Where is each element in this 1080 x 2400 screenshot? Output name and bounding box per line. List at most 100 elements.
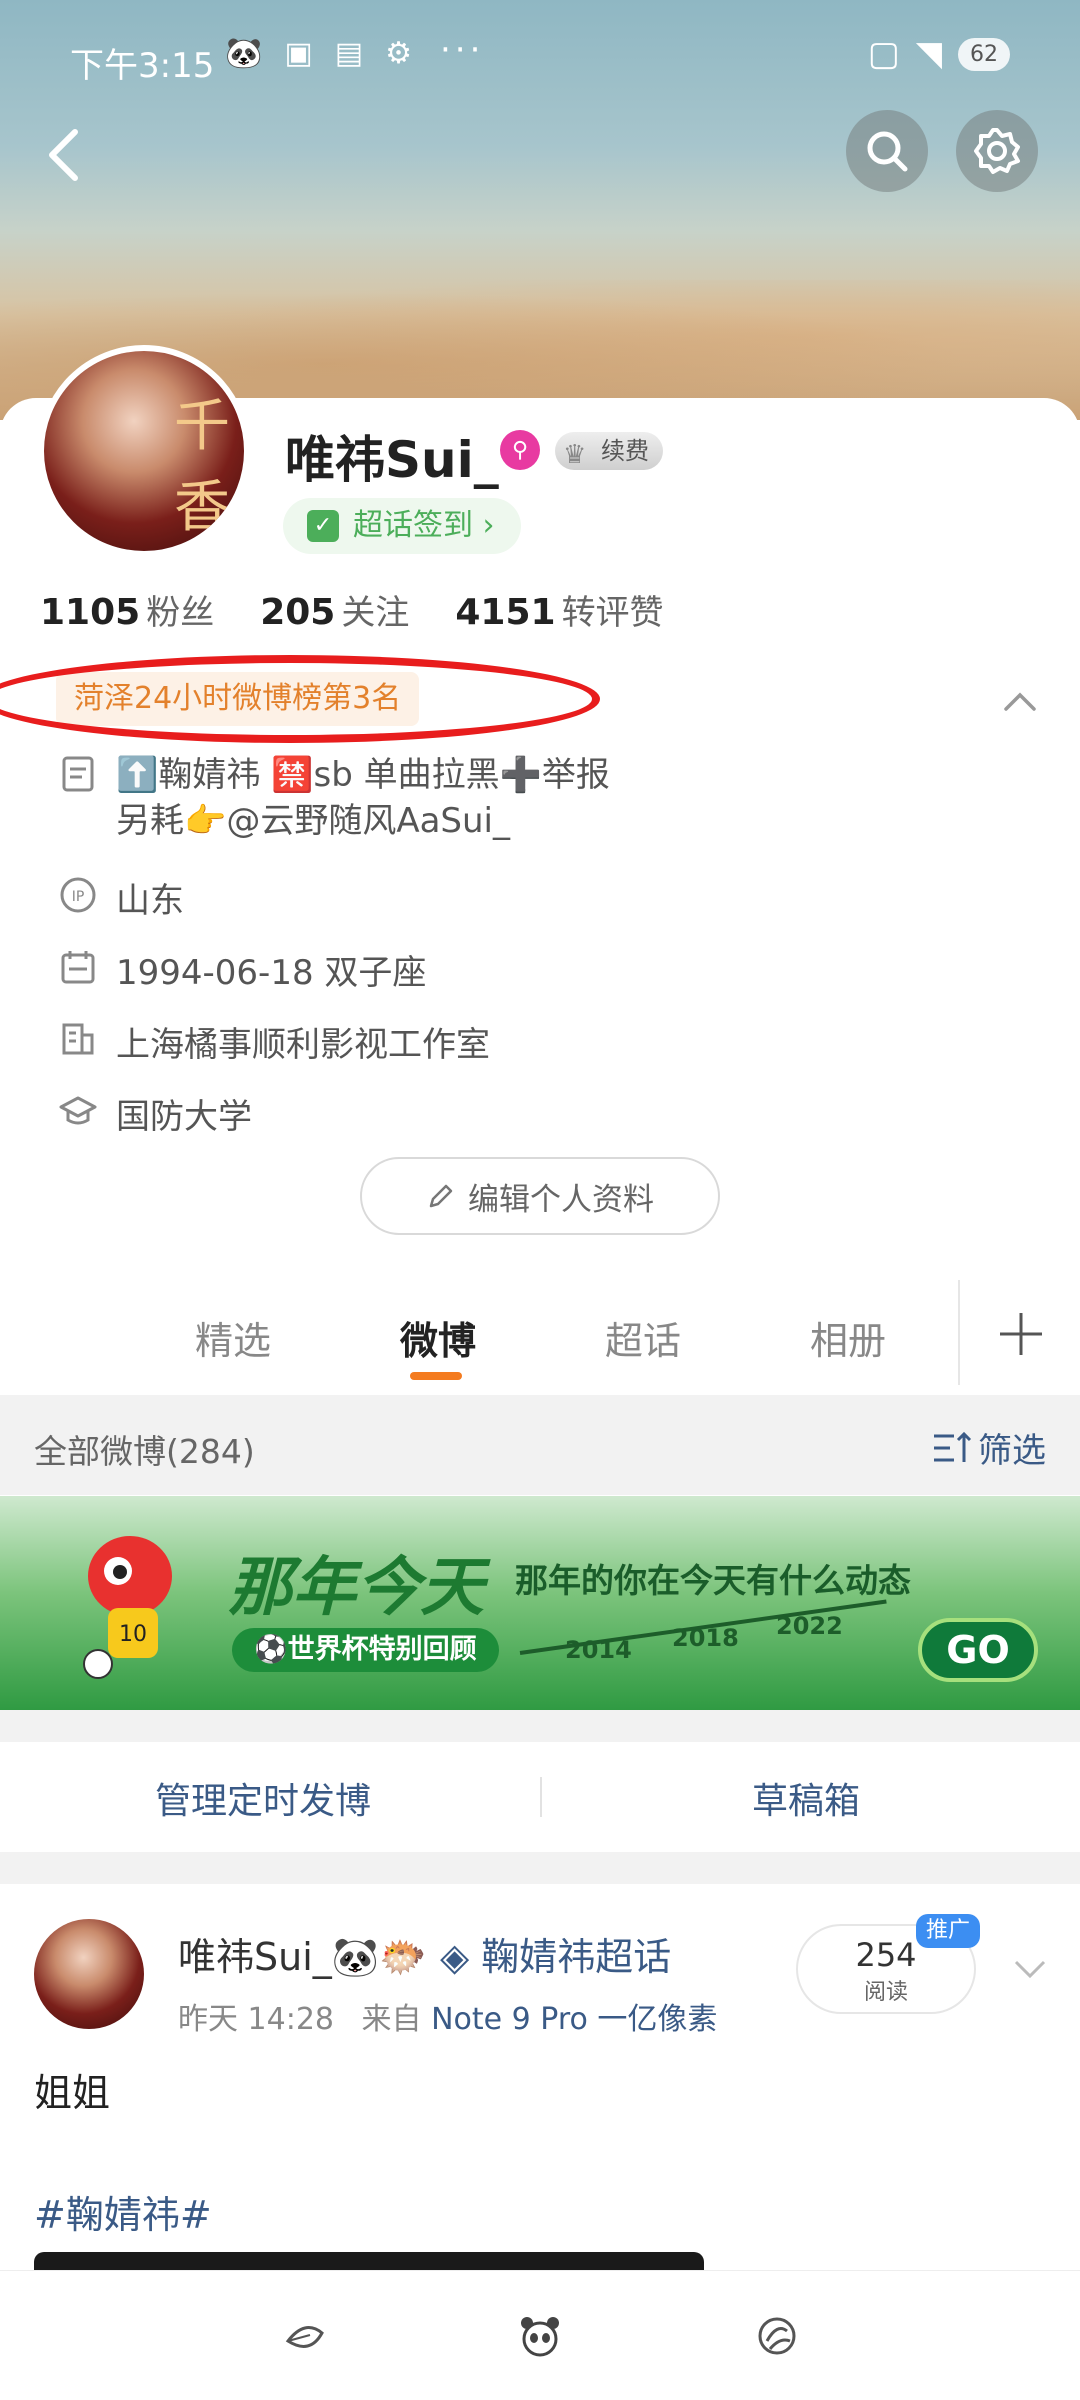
birthday-row: 1994-06-18 双子座 xyxy=(58,945,426,994)
post-super-topic-link[interactable]: ◈ 鞠婧祎超话 xyxy=(440,1926,671,1981)
post-author-name[interactable]: 唯祎Sui_🐼🐡 xyxy=(178,1926,426,1981)
stat-label: 转评赞 xyxy=(561,593,664,633)
add-tab-button[interactable] xyxy=(992,1305,1050,1363)
wifi-icon: ◥ xyxy=(915,34,942,74)
filter-icon xyxy=(934,1431,972,1462)
tab-weibo[interactable]: 微博 xyxy=(400,1310,476,1365)
drafts-button[interactable]: 草稿箱 xyxy=(752,1772,860,1824)
birthday: 1994-06-18 双子座 xyxy=(116,953,427,993)
tab-divider xyxy=(958,1280,960,1385)
plus-icon xyxy=(1000,1313,1042,1355)
graduation-cap-icon xyxy=(58,1091,98,1131)
filter-bar: 全部微博(284) 筛选 xyxy=(0,1395,1080,1495)
section-gap xyxy=(0,1852,1080,1884)
nav-panda[interactable] xyxy=(515,2311,565,2361)
edit-profile-label: 编辑个人资料 xyxy=(468,1181,654,1218)
post-author-avatar[interactable] xyxy=(34,1919,144,2029)
status-right-icons: ▢ ◥ 62 xyxy=(868,34,1010,74)
ip-location: 山东 xyxy=(116,881,184,921)
chevron-down-icon xyxy=(1014,1960,1046,1979)
divider xyxy=(540,1777,542,1817)
nav-leaf[interactable] xyxy=(280,2311,330,2361)
pencil-icon xyxy=(429,1184,453,1208)
stat-interactions[interactable]: 4151 转评赞 xyxy=(455,585,663,634)
stat-number: 205 xyxy=(260,592,336,633)
promote-tag[interactable]: 推广 xyxy=(916,1914,981,1948)
username: 唯祎Sui_ xyxy=(285,431,499,489)
app-icon: ▤ xyxy=(334,36,364,71)
search-button[interactable] xyxy=(846,110,928,192)
company: 上海橘事顺利影视工作室 xyxy=(116,1025,490,1065)
nav-sprout[interactable] xyxy=(752,2311,802,2361)
bottom-navigation xyxy=(0,2270,1080,2400)
timeline-year: 2022 xyxy=(776,1612,843,1640)
post-source[interactable]: Note 9 Pro 一亿像素 xyxy=(431,2002,717,2037)
edit-profile-button[interactable]: 编辑个人资料 xyxy=(360,1157,720,1235)
status-time: 下午3:15 xyxy=(70,46,215,86)
collapse-button[interactable] xyxy=(1000,682,1040,722)
profile-tabs: 精选 微博 超话 相册 xyxy=(0,1270,1080,1390)
bio-line[interactable]: 另耗👉@云野随风AaSui_ xyxy=(116,798,610,844)
vip-badge-icon[interactable]: ⚲ xyxy=(500,430,540,470)
filter-button[interactable]: 筛选 xyxy=(932,1423,1046,1472)
tab-featured[interactable]: 精选 xyxy=(195,1310,271,1365)
svg-text:10: 10 xyxy=(119,1622,147,1647)
stat-label: 粉丝 xyxy=(146,593,215,633)
ip-row: IP 山东 xyxy=(58,873,184,922)
settings-small-icon: ⚙ xyxy=(385,36,412,71)
promo-subtitle: 那年的你在今天有什么动态 xyxy=(515,1561,911,1600)
bio-row: ⬆️鞠婧祎 🈲sb 单曲拉黑➕举报 另耗👉@云野随风AaSui_ xyxy=(58,752,610,844)
section-gap xyxy=(0,1710,1080,1742)
annotation-ellipse xyxy=(0,655,600,743)
mi-icon: ▣ xyxy=(284,36,313,71)
ip-location-icon: IP xyxy=(58,875,98,915)
stat-followers[interactable]: 1105 粉丝 xyxy=(40,585,214,634)
building-icon xyxy=(58,1019,98,1059)
company-row: 上海橘事顺利影视工作室 xyxy=(58,1017,490,1066)
scheduled-posts-button[interactable]: 管理定时发博 xyxy=(155,1772,371,1824)
stat-number: 1105 xyxy=(40,592,141,633)
filter-label: 筛选 xyxy=(978,1431,1046,1471)
post-meta: 昨天 14:28 来自 Note 9 Pro 一亿像素 xyxy=(178,1994,717,2038)
sim-icon: ▢ xyxy=(867,34,900,74)
timeline-year: 2014 xyxy=(565,1636,632,1664)
document-icon xyxy=(58,754,98,794)
school: 国防大学 xyxy=(116,1097,252,1137)
renew-badge[interactable]: ♛ 续费 xyxy=(555,432,663,470)
search-icon xyxy=(867,131,908,172)
chevron-right-icon: › xyxy=(482,508,495,543)
panda-icon xyxy=(521,2317,559,2357)
mascot-icon: 10 xyxy=(83,1536,172,1679)
leaf-icon xyxy=(285,2326,324,2348)
post-card[interactable]: 唯祎Sui_🐼🐡 ◈ 鞠婧祎超话 昨天 14:28 来自 Note 9 Pro … xyxy=(0,1884,1080,2292)
avatar[interactable]: 千香 xyxy=(38,345,250,557)
memory-promo-banner[interactable]: 10 那年今天 那年的你在今天有什么动态 ⚽世界杯特别回顾 2014 2018 … xyxy=(0,1496,1080,1711)
post-menu-button[interactable] xyxy=(1010,1949,1050,1989)
timeline-year: 2018 xyxy=(672,1624,739,1652)
tab-super-topic[interactable]: 超话 xyxy=(605,1310,681,1365)
promo-title: 那年今天 xyxy=(228,1551,484,1625)
renew-label: 续费 xyxy=(601,437,649,465)
read-label: 阅读 xyxy=(863,1980,908,2005)
promo-go-button[interactable]: GO xyxy=(918,1618,1038,1682)
school-row: 国防大学 xyxy=(58,1089,252,1138)
stat-following[interactable]: 205 关注 xyxy=(260,585,409,634)
settings-button[interactable] xyxy=(956,110,1038,192)
stat-number: 4151 xyxy=(455,592,556,633)
status-bar: 下午3:15 🐼 ▣ ▤ ⚙ ··· ▢ ◥ 62 xyxy=(0,30,1080,90)
post-hashtag[interactable]: #鞠婧祎# xyxy=(34,2184,212,2239)
back-button[interactable] xyxy=(30,120,100,190)
status-notification-icons: 🐼 ▣ ▤ ⚙ xyxy=(225,36,412,71)
tab-album[interactable]: 相册 xyxy=(810,1310,886,1365)
checkin-label: 超话签到 xyxy=(353,508,473,543)
battery-indicator: 62 xyxy=(958,37,1010,71)
panda-icon: 🐼 xyxy=(225,36,263,71)
gear-icon xyxy=(974,128,1020,174)
avatar-poster-text: 千香 xyxy=(174,394,230,540)
diamond-icon: ♛ xyxy=(563,440,587,470)
calendar-check-icon: ✓ xyxy=(307,510,339,542)
promo-pill: ⚽世界杯特别回顾 xyxy=(232,1628,499,1672)
sprout-icon xyxy=(758,2317,796,2355)
active-tab-indicator xyxy=(410,1372,462,1380)
super-topic-checkin-button[interactable]: ✓ 超话签到 › xyxy=(283,498,521,554)
